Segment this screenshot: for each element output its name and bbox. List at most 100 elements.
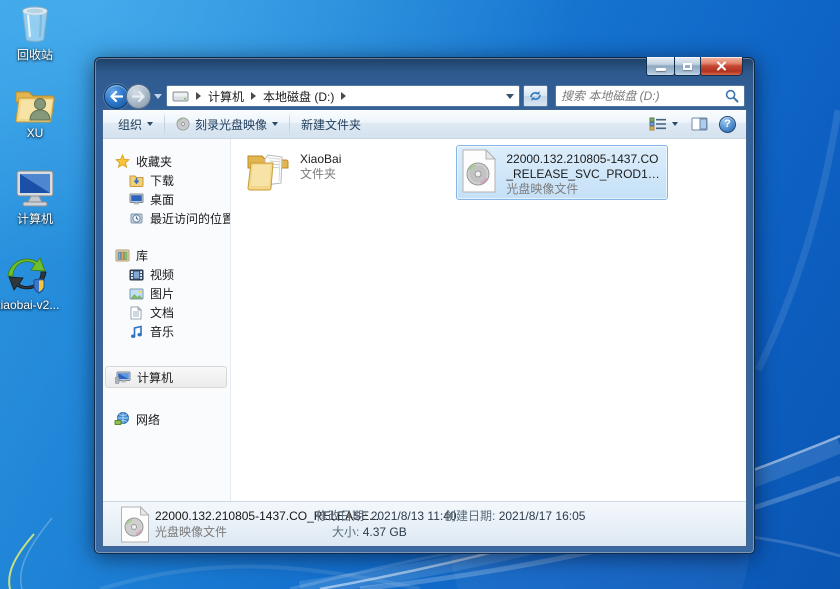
- sidebar-item-videos[interactable]: 视频: [103, 265, 230, 284]
- sidebar-item-pictures[interactable]: 图片: [103, 284, 230, 303]
- window-controls: [646, 57, 743, 76]
- sidebar-item-recent-places[interactable]: 最近访问的位置: [103, 209, 230, 228]
- sidebar-label: 网络: [136, 412, 161, 427]
- address-breadcrumb-field[interactable]: 计算机 本地磁盘 (D:): [166, 85, 520, 107]
- downloads-folder-icon: [128, 173, 144, 189]
- network-icon: [114, 411, 130, 427]
- sidebar-item-downloads[interactable]: 下载: [103, 171, 230, 190]
- preview-pane-icon: [691, 117, 708, 131]
- window-client-area: 组织 刻录光盘映像 新建文件夹 ? 收藏夹 下载 桌面 最近访问的位置 库 视频…: [102, 109, 747, 547]
- breadcrumb-arrow-icon: [341, 92, 347, 100]
- desktop-icon-xiaobai-app[interactable]: xiaobai-v2...: [0, 252, 60, 312]
- new-folder-button[interactable]: 新建文件夹: [292, 110, 370, 138]
- change-view-button[interactable]: [647, 117, 680, 131]
- desktop: { "colors": { "wallpaper_top": "#2f9ae2"…: [0, 0, 840, 589]
- search-icon[interactable]: [725, 89, 739, 103]
- sidebar-label: 音乐: [150, 325, 175, 339]
- sidebar-label: 库: [136, 248, 149, 263]
- chevron-down-icon: [147, 122, 154, 126]
- desktop-icon-recycle-bin[interactable]: 回收站: [2, 2, 68, 63]
- refresh-button[interactable]: [523, 85, 548, 107]
- help-button[interactable]: ?: [719, 115, 736, 133]
- size-value: 4.37 GB: [362, 525, 407, 539]
- file-tile-iso-selected[interactable]: 22000.132.210805-1437.CO_RELEASE_SVC_PRO…: [456, 145, 669, 200]
- minimize-icon: [655, 67, 666, 71]
- organize-label: 组织: [118, 117, 143, 132]
- sidebar-item-music[interactable]: 音乐: [103, 322, 230, 341]
- details-pane: 22000.132.210805-1437.CO_RELEASE... 光盘映像…: [103, 501, 746, 546]
- breadcrumb-item-local-disk-d[interactable]: 本地磁盘 (D:): [263, 88, 334, 105]
- chevron-down-icon: [672, 122, 678, 126]
- explorer-body: 收藏夹 下载 桌面 最近访问的位置 库 视频 图片 文档 音乐 计算机 网络 X…: [103, 139, 746, 501]
- maximize-button[interactable]: [674, 57, 701, 76]
- file-type: 光盘映像文件: [506, 182, 579, 196]
- sidebar-item-favorites[interactable]: 收藏夹: [103, 151, 230, 171]
- address-bar-row: 计算机 本地磁盘 (D:): [95, 83, 754, 109]
- desktop-icon-computer[interactable]: 计算机: [2, 168, 68, 227]
- desktop-icon-label: XU: [26, 126, 44, 140]
- details-dates-column: 修改日期: 2021/8/13 11:40 大小: 4.37 GB: [316, 508, 457, 540]
- sidebar-item-libraries[interactable]: 库: [103, 245, 230, 265]
- file-tile-xiaobai[interactable]: XiaoBai 文件夹: [240, 145, 452, 200]
- breadcrumb-item-computer[interactable]: 计算机: [208, 88, 244, 105]
- desktop-monitor-icon: [128, 192, 144, 208]
- documents-icon: [128, 305, 144, 321]
- sidebar-item-documents[interactable]: 文档: [103, 303, 230, 322]
- forward-button[interactable]: [126, 83, 151, 109]
- forward-arrow-icon: [132, 90, 145, 102]
- breadcrumb-arrow-icon: [196, 92, 201, 100]
- address-dropdown-icon[interactable]: [506, 93, 514, 99]
- desktop-icon-label: xiaobai-v2...: [0, 298, 60, 312]
- desktop-icon-label: 回收站: [16, 48, 53, 62]
- search-input[interactable]: [561, 89, 725, 103]
- sidebar-label: 文档: [150, 306, 175, 320]
- computer-icon: [115, 369, 131, 385]
- file-name: 22000.132.210805-1437.CO_RELEASE_SVC_PRO…: [506, 152, 664, 181]
- videos-icon: [128, 267, 144, 283]
- sidebar-label: 视频: [150, 268, 175, 282]
- close-icon: [717, 61, 726, 71]
- sidebar-label: 收藏夹: [136, 154, 173, 169]
- views-icon: [649, 117, 666, 131]
- minimize-button[interactable]: [646, 57, 675, 76]
- created-date-value: 2021/8/17 16:05: [498, 509, 586, 523]
- recycle-bin-icon: [2, 2, 68, 44]
- recent-pages-chevron-icon[interactable]: [154, 93, 162, 99]
- star-icon: [114, 153, 130, 169]
- organize-button[interactable]: 组织: [109, 110, 162, 138]
- back-arrow-icon: [110, 90, 123, 102]
- toolbar-divider: [289, 112, 291, 136]
- help-icon: ?: [724, 118, 731, 130]
- modified-date-label: 修改日期:: [316, 509, 368, 523]
- computer-icon: [2, 168, 68, 208]
- sidebar-item-computer[interactable]: 计算机: [105, 366, 227, 388]
- size-label: 大小:: [332, 525, 360, 539]
- desktop-icon-label: 计算机: [16, 212, 53, 226]
- burn-disc-image-button[interactable]: 刻录光盘映像: [167, 110, 287, 138]
- created-date-label: 创建日期:: [444, 509, 496, 523]
- disc-image-file-icon: [120, 506, 150, 543]
- command-toolbar: 组织 刻录光盘映像 新建文件夹 ?: [103, 110, 746, 139]
- recent-places-icon: [128, 211, 144, 227]
- sidebar-label: 计算机: [137, 370, 174, 385]
- preview-pane-button[interactable]: [689, 117, 710, 131]
- sidebar-label: 下载: [150, 174, 175, 188]
- explorer-window: 计算机 本地磁盘 (D:) 组织: [94, 57, 755, 554]
- file-type: 文件夹: [300, 167, 337, 181]
- sidebar-item-desktop[interactable]: 桌面: [103, 190, 230, 209]
- search-box[interactable]: [555, 85, 745, 107]
- pictures-icon: [128, 286, 144, 302]
- sidebar-item-network[interactable]: 网络: [103, 409, 230, 429]
- desktop-icon-xu-folder[interactable]: XU: [2, 86, 68, 140]
- disc-image-file-icon: [461, 149, 497, 193]
- sidebar-group-libraries: 库 视频 图片 文档 音乐: [103, 245, 230, 341]
- details-created-column: 创建日期: 2021/8/17 16:05: [444, 508, 585, 524]
- chevron-down-icon: [272, 122, 279, 126]
- navigation-pane: 收藏夹 下载 桌面 最近访问的位置 库 视频 图片 文档 音乐 计算机 网络: [103, 139, 231, 501]
- toolbar-right-group: ?: [647, 110, 736, 138]
- close-button[interactable]: [700, 57, 743, 76]
- refresh-icon: [530, 91, 541, 101]
- sidebar-group-computer: 计算机: [103, 366, 230, 388]
- new-folder-label: 新建文件夹: [301, 117, 362, 132]
- toolbar-divider: [164, 112, 166, 136]
